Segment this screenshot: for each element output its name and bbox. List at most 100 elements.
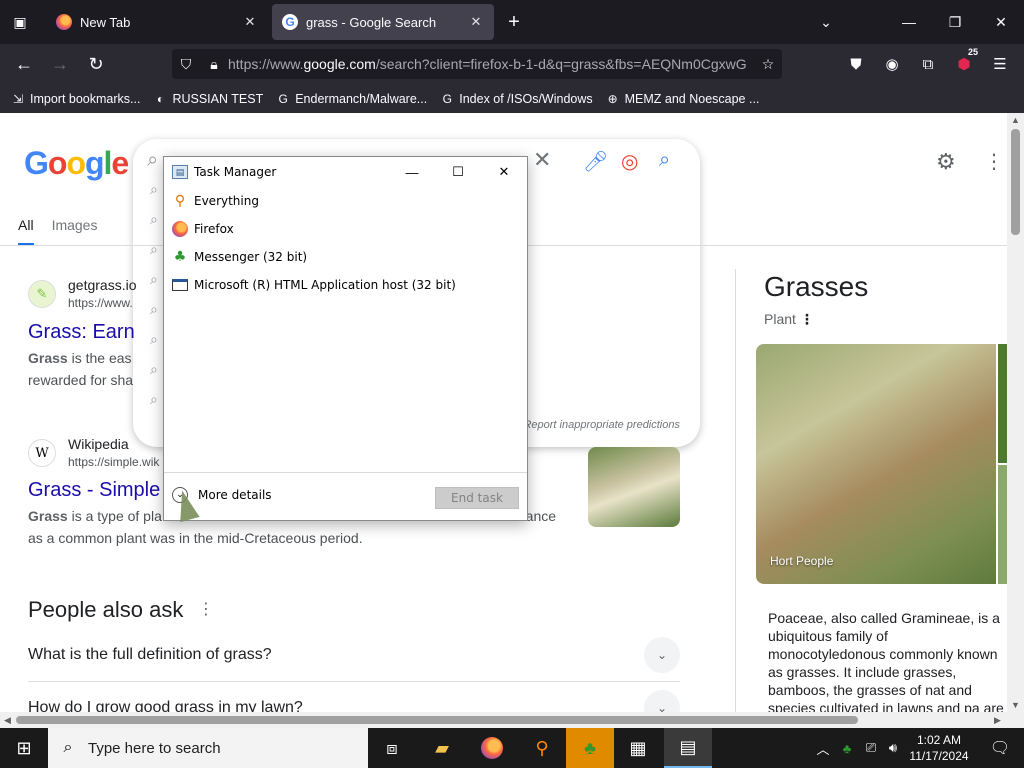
bookmark-isos[interactable]: G Index of /ISOs/Windows [439,91,593,107]
task-item-firefox[interactable]: Firefox [172,215,234,243]
google-lens-icon[interactable]: ◎ [621,149,638,174]
suggestion-search-icon[interactable]: ⌕ [150,391,158,408]
more-options-icon[interactable]: ⋮ [800,311,814,327]
scroll-up-arrow-icon[interactable]: ▲ [1011,115,1020,125]
maximize-icon[interactable]: ☐ [435,157,481,187]
extensions-puzzle-icon[interactable]: ⧉ [914,50,942,78]
volume-icon[interactable]: 🔊︎ [882,728,904,768]
scroll-left-arrow-icon[interactable]: ◀ [4,715,11,726]
close-icon[interactable]: ✕ [481,157,527,187]
tab-google-search[interactable]: G grass - Google Search ✕ [272,4,494,40]
result-url[interactable]: https://simple.wik [68,455,159,469]
task-manager-window[interactable]: ▤ Task Manager — ☐ ✕ ⚲ Everything Firefo… [163,156,528,521]
minimize-icon[interactable]: — [389,157,435,187]
pocket-icon[interactable]: ⛊ [842,50,870,78]
settings-gear-icon[interactable]: ⚙ [936,149,956,175]
ublock-extension-icon[interactable]: ⬢ 25 [950,47,980,78]
task-item-messenger[interactable]: ♣ Messenger (32 bit) [172,243,307,271]
file-explorer-icon[interactable]: ▰ [418,728,466,768]
close-window-icon[interactable]: ✕ [978,0,1024,44]
scroll-right-arrow-icon[interactable]: ▶ [994,715,1001,726]
taskbar-clock[interactable]: 1:02 AM 11/17/2024 [902,732,976,764]
report-predictions-link[interactable]: Report inappropriate predictions [523,419,680,431]
suggestion-search-icon[interactable]: ⌕ [150,301,158,318]
back-arrow-icon[interactable]: ← [9,50,39,78]
scrollbar-thumb[interactable] [1011,129,1020,235]
url-text[interactable]: https://www.google.com/search?client=fir… [228,56,754,72]
end-task-button[interactable]: End task [435,487,519,509]
lock-icon[interactable]: 🔒︎ [200,56,228,73]
google-logo[interactable]: Google [24,145,129,182]
wikipedia-site-icon[interactable]: W [28,439,56,467]
url-bar[interactable]: ⛉ 🔒︎ https://www.google.com/search?clien… [172,49,782,79]
result-title-link[interactable]: Grass: Earn [28,321,135,344]
suggestion-search-icon[interactable]: ⌕ [150,361,158,378]
taskbar-search-box[interactable]: ⌕ Type here to search [48,728,368,768]
task-manager-titlebar[interactable]: ▤ Task Manager — ☐ ✕ [164,157,527,187]
horizontal-scrollbar[interactable]: ◀ ▶ [0,712,1024,728]
forward-arrow-icon[interactable]: → [45,50,75,78]
tray-messenger-icon[interactable]: ♣ [836,728,858,768]
vertical-scrollbar[interactable]: ▲ ▼ [1007,113,1024,712]
list-all-tabs-chevron-icon[interactable]: ⌄ [812,8,840,36]
knowledge-panel-subtitle[interactable]: Plant ⋮ [764,311,814,328]
more-options-icon[interactable]: ⋮ [198,599,214,619]
minimize-icon[interactable]: — [886,0,932,44]
knowledge-panel-image-thumb[interactable] [998,465,1007,584]
bookmark-russian-test[interactable]: ◐ RUSSIAN TEST [152,91,263,107]
getgrass-site-icon[interactable]: ✎ [28,280,56,308]
suggestion-search-icon[interactable]: ⌕ [150,331,158,348]
tab-images[interactable]: Images [52,213,98,246]
task-item-hta-host[interactable]: Microsoft (R) HTML Application host (32 … [172,271,456,299]
bookmark-label: RUSSIAN TEST [172,91,264,106]
suggestion-search-icon[interactable]: ⌕ [150,181,158,198]
search-submit-icon[interactable]: ⌕ [659,149,670,172]
task-item-everything[interactable]: ⚲ Everything [172,187,259,215]
close-tab-icon[interactable]: ✕ [242,14,258,30]
result-url[interactable]: https://www. [68,296,133,310]
restore-icon[interactable]: ❐ [932,0,978,44]
taskbar-messenger-icon[interactable]: ♣ [566,728,614,768]
taskbar-task-manager-icon[interactable]: ▤ [664,728,712,768]
google-apps-grid-icon[interactable]: ⋮⋮⋮ [984,149,1007,174]
chevron-down-icon[interactable]: ⌄ [644,690,680,712]
result-site-name[interactable]: Wikipedia [68,436,129,452]
clear-search-icon[interactable]: ✕ [533,147,551,173]
paa-question[interactable]: What is the full definition of grass? [28,646,272,664]
taskbar-firefox-icon[interactable] [468,728,516,768]
bookmark-import[interactable]: ⇲ Import bookmarks... [10,91,140,107]
knowledge-panel-image[interactable]: Hort People [756,344,996,584]
voice-search-mic-icon[interactable]: 🎤︎ [583,149,608,174]
suggestion-search-icon[interactable]: ⌕ [150,241,158,258]
network-icon[interactable]: ⎚ [860,728,882,768]
taskbar-hta-icon[interactable]: ▦ [614,728,662,768]
suggestion-search-icon[interactable]: ⌕ [150,211,158,228]
new-tab-plus-icon[interactable]: + [500,8,528,36]
show-hidden-icons-chevron-icon[interactable]: ︿ [814,728,832,768]
bookmark-memz[interactable]: ⊕ MEMZ and Noescape ... [605,91,760,107]
task-view-icon[interactable]: ⧈ [368,728,416,768]
result-title-link[interactable]: Grass - Simple [28,479,160,502]
scroll-down-arrow-icon[interactable]: ▼ [1011,700,1020,710]
taskbar-everything-icon[interactable]: ⚲ [518,728,566,768]
scrollbar-thumb[interactable] [16,716,858,724]
suggestion-search-icon[interactable]: ⌕ [150,271,158,288]
result-thumbnail-image[interactable] [588,447,680,527]
firefox-view-icon[interactable]: ▣ [6,8,34,36]
account-icon[interactable]: ◉ [878,50,906,78]
reload-icon[interactable]: ↻ [81,50,111,78]
start-windows-icon[interactable]: ⊞ [0,728,48,768]
notifications-icon[interactable]: 🗨︎ [976,728,1024,768]
shield-icon[interactable]: ⛉ [172,56,200,73]
chevron-down-icon[interactable]: ⌄ [644,637,680,673]
result-site-name[interactable]: getgrass.io [68,277,136,293]
close-tab-icon[interactable]: ✕ [468,14,484,30]
tab-all[interactable]: All [18,213,34,246]
menu-hamburger-icon[interactable]: ☰ [986,50,1014,78]
globe-icon: ⊕ [607,91,618,106]
knowledge-panel-image-thumb[interactable] [998,344,1007,463]
bookmark-endermanch[interactable]: G Endermanch/Malware... [275,91,428,107]
bookmark-star-icon[interactable]: ☆ [754,56,782,73]
tab-new-tab[interactable]: New Tab ✕ [46,4,268,40]
paa-question[interactable]: How do I grow good grass in my lawn? [28,699,303,712]
